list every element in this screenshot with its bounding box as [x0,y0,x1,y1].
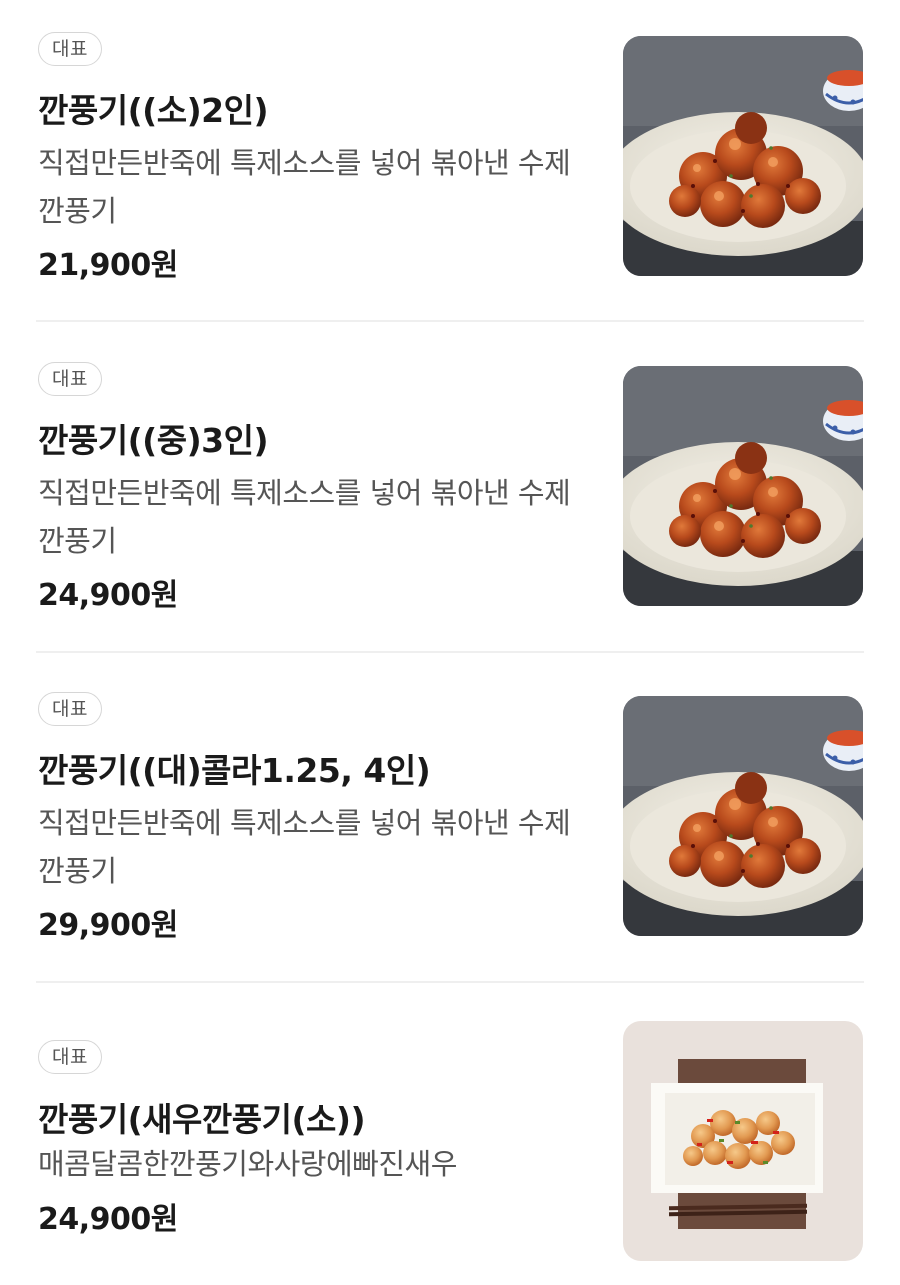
divider [36,320,864,322]
menu-item[interactable]: 대표 깐풍기(새우깐풍기(소)) 매콤달콤한깐풍기와사랑에빠진새우 24,900… [0,990,900,1285]
kkanpunggi-dish-image[interactable] [623,366,863,606]
menu-item-price: 29,900원 [38,908,178,943]
menu-item-description: 매콤달콤한깐풍기와사랑에빠진새우 [38,1147,457,1181]
signature-badge: 대표 [38,1040,102,1074]
divider [36,651,864,653]
menu-item-price: 24,900원 [38,1202,178,1237]
kkanpunggi-dish-image[interactable] [623,696,863,936]
menu-item-name: 깐풍기((중)3인) [38,421,269,460]
signature-badge: 대표 [38,32,102,66]
signature-badge: 대표 [38,692,102,726]
menu-item-name: 깐풍기((소)2인) [38,91,269,130]
menu-item-price: 24,900원 [38,578,178,613]
menu-item[interactable]: 대표 깐풍기((대)콜라1.25, 4인) 직접만든반죽에 특제소스를 넣어 볶… [0,660,900,990]
divider [36,981,864,983]
menu-item-description: 직접만든반죽에 특제소스를 넣어 볶아낸 수제 깐풍기 [38,146,571,228]
kkanpunggi-dish-image[interactable] [623,36,863,276]
menu-item-description: 직접만든반죽에 특제소스를 넣어 볶아낸 수제 깐풍기 [38,806,571,888]
menu-item[interactable]: 대표 깐풍기((중)3인) 직접만든반죽에 특제소스를 넣어 볶아낸 수제 깐풍… [0,330,900,660]
menu-item-name: 깐풍기(새우깐풍기(소)) [38,1100,366,1139]
menu-item-name: 깐풍기((대)콜라1.25, 4인) [38,751,431,790]
signature-badge: 대표 [38,362,102,396]
shrimp-kkanpunggi-dish-image[interactable] [623,1021,863,1261]
menu-list: 대표 깐풍기((소)2인) 직접만든반죽에 특제소스를 넣어 볶아낸 수제 깐풍… [0,0,900,1285]
menu-item[interactable]: 대표 깐풍기((소)2인) 직접만든반죽에 특제소스를 넣어 볶아낸 수제 깐풍… [0,0,900,330]
menu-item-description: 직접만든반죽에 특제소스를 넣어 볶아낸 수제 깐풍기 [38,476,571,558]
menu-item-price: 21,900원 [38,248,178,283]
